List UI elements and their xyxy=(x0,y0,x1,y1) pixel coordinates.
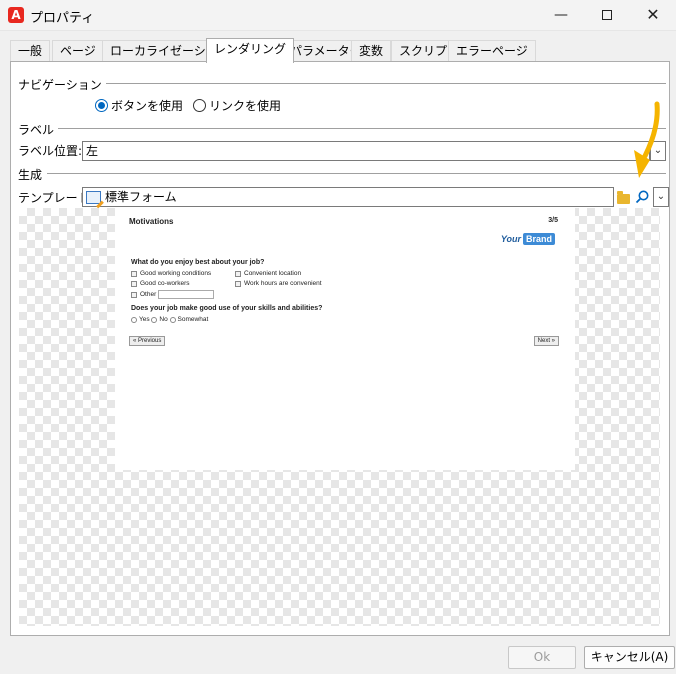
preview-question-2: Does your job make good use of your skil… xyxy=(131,305,323,312)
use-buttons-label[interactable]: ボタンを使用 xyxy=(111,97,183,114)
section-divider xyxy=(47,173,666,174)
tab-page[interactable]: ページ xyxy=(52,40,104,62)
tab-error-page[interactable]: エラーページ xyxy=(448,40,536,62)
navigation-section-label: ナビゲーション xyxy=(18,76,106,93)
preview-checkbox-option: Good working conditions xyxy=(131,270,211,277)
preview-checkbox-option: Good co-workers xyxy=(131,280,190,287)
tab-rendering[interactable]: レンダリング xyxy=(206,38,295,63)
chevron-down-icon: ⌄ xyxy=(656,191,666,202)
preview-checkbox-option: Convenient location xyxy=(235,270,301,277)
preview-checkbox-option: Other xyxy=(131,290,215,299)
use-links-label[interactable]: リンクを使用 xyxy=(209,97,281,114)
preview-radio-group: Yes No Somewhat xyxy=(131,316,208,323)
window-title: プロパティ xyxy=(30,11,95,26)
annotation-arrow-icon xyxy=(634,101,660,178)
tab-variables[interactable]: 変数 xyxy=(351,40,392,62)
preview-page-count: 3/5 xyxy=(548,217,558,224)
use-buttons-radio[interactable] xyxy=(95,98,108,112)
minimize-button[interactable]: — xyxy=(538,0,584,30)
preview-page-title: Motivations xyxy=(129,217,174,226)
template-icon xyxy=(86,191,101,204)
ok-button[interactable]: Ok xyxy=(508,646,576,669)
preview-question-1: What do you enjoy best about your job? xyxy=(131,259,265,266)
section-divider xyxy=(55,128,666,129)
template-preview: Motivations 3/5 Your Brand What do you en… xyxy=(19,208,660,626)
label-position-label: ラベル位置: xyxy=(18,144,83,158)
template-value: 標準フォーム xyxy=(105,190,177,204)
template-field[interactable]: 標準フォーム xyxy=(82,187,614,207)
cancel-button[interactable]: キャンセル(A) xyxy=(584,646,675,669)
use-links-radio[interactable] xyxy=(193,98,207,112)
label-position-select[interactable]: 左 xyxy=(82,141,650,161)
preview-next-button: Next » xyxy=(533,336,559,346)
section-divider xyxy=(91,83,666,84)
generation-section-label: 生成 xyxy=(18,166,47,183)
title-bar: A プロパティ — ✕ xyxy=(0,0,676,31)
maximize-icon xyxy=(602,10,612,20)
rendering-panel: ナビゲーション ボタンを使用 リンクを使用 ラベル ラベル位置: 左 ⌄ 生成 … xyxy=(10,61,670,636)
magnifier-icon[interactable] xyxy=(634,189,650,205)
preview-other-input xyxy=(158,290,215,299)
preview-brand-logo: Your Brand xyxy=(501,233,555,245)
template-dropdown-button[interactable]: ⌄ xyxy=(653,187,669,207)
preview-page: Motivations 3/5 Your Brand What do you en… xyxy=(115,208,575,470)
close-button[interactable]: ✕ xyxy=(630,0,676,30)
label-section-label: ラベル xyxy=(18,121,59,138)
preview-previous-button: « Previous xyxy=(129,336,166,346)
folder-icon[interactable] xyxy=(617,191,630,204)
navigation-options: ボタンを使用 リンクを使用 xyxy=(95,97,291,113)
tab-general[interactable]: 一般 xyxy=(10,40,51,62)
preview-checkbox-option: Work hours are convenient xyxy=(235,280,322,287)
maximize-button[interactable] xyxy=(584,0,630,30)
adobe-a-icon: A xyxy=(8,7,24,23)
